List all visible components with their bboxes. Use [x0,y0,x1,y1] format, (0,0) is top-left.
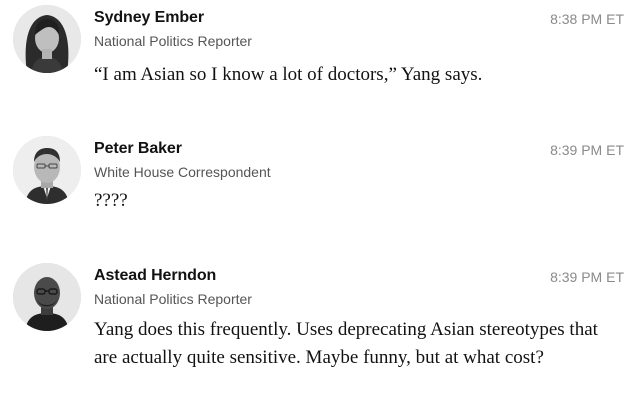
portrait-avatar-icon [13,263,81,331]
author-role: National Politics Reporter [94,33,252,49]
portrait-avatar-icon [13,5,81,73]
post-text: “I am Asian so I know a lot of doctors,”… [94,64,483,85]
post-timestamp[interactable]: 8:39 PM ET [550,269,624,285]
post-text: Yang does this frequently. Uses deprecat… [94,319,598,368]
author-avatar[interactable] [13,5,81,73]
author-avatar[interactable] [13,136,81,204]
author-avatar[interactable] [13,263,81,331]
author-role: National Politics Reporter [94,291,252,307]
post-timestamp[interactable]: 8:39 PM ET [550,142,624,158]
live-update-feed: Sydney Ember National Politics Reporter … [0,0,643,413]
author-name[interactable]: Sydney Ember [94,9,204,27]
author-name[interactable]: Peter Baker [94,140,182,158]
author-role: White House Correspondent [94,164,271,180]
post-text: ???? [94,190,128,211]
author-name[interactable]: Astead Herndon [94,267,216,285]
post-timestamp[interactable]: 8:38 PM ET [550,11,624,27]
portrait-avatar-icon [13,136,81,204]
